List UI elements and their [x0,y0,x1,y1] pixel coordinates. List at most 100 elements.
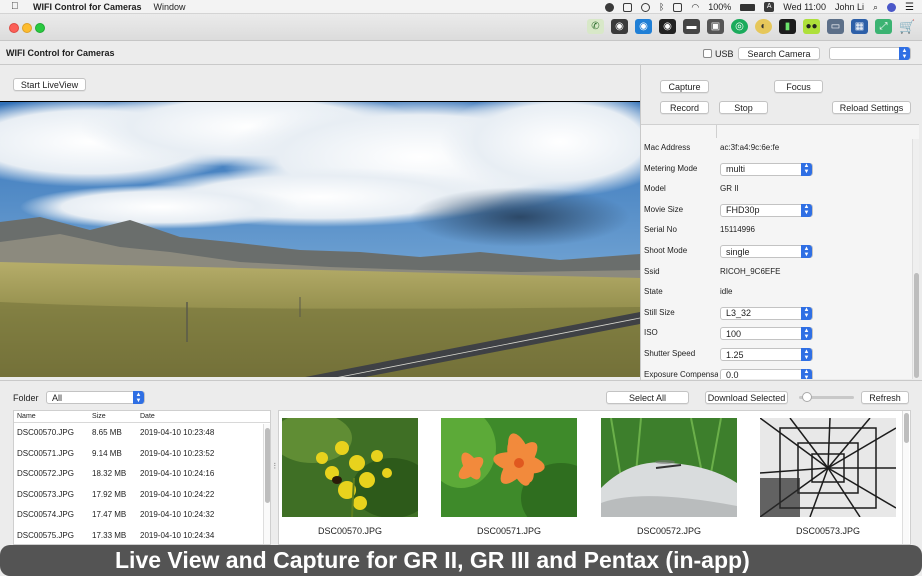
table-row[interactable]: DSC00571.JPG 9.14 MB 2019-04-10 10:23:52 [14,445,264,465]
table-row[interactable]: DSC00575.JPG 17.33 MB 2019-04-10 10:24:34 [14,527,264,545]
window-menu[interactable]: Window [154,2,186,12]
property-select[interactable]: 100 ▲ ▼ [720,327,813,341]
column-date[interactable]: Date [140,413,155,420]
file-list: Name Size Date DSC00570.JPG 8.65 MB 2019-0… [13,410,271,545]
gallery-scrollbar[interactable] [902,411,909,544]
file-date: 2019-04-10 10:23:48 [140,428,215,437]
properties-scrollbar[interactable] [912,139,919,379]
file-list-scrollbar[interactable] [263,424,270,544]
thumbnail-label: DSC00573.JPG [795,526,861,536]
property-value: idle [720,287,733,297]
properties-scroll-thumb[interactable] [914,273,919,378]
chevron-updown-icon: ▲ ▼ [801,203,812,217]
ricoh-camera-icon[interactable]: ▣ [707,19,724,34]
cart-icon[interactable]: 🛒 [899,19,916,34]
airplay-icon[interactable] [673,2,683,12]
camera-icon[interactable]: ◉ [611,19,628,34]
property-name: Serial No [644,225,677,235]
app-icon[interactable]: ◐ [755,19,772,34]
property-select-value: multi [726,164,746,175]
thumbnail-image[interactable] [760,418,896,517]
refresh-button[interactable]: Refresh [861,391,909,404]
shutter-icon[interactable]: ◎ [731,19,748,34]
column-name[interactable]: Name [17,413,36,420]
chevron-updown-icon: ▲ ▼ [801,162,812,176]
page-title: WIFI Control for Cameras [6,48,115,58]
camera-select[interactable]: ▲ ▼ [829,47,911,60]
property-select[interactable]: FHD30p ▲ ▼ [720,203,813,217]
property-name: Model [644,184,666,194]
battery-icon[interactable] [740,3,756,11]
reload-settings-button[interactable]: Reload Settings [832,101,911,114]
bluetooth-icon[interactable]: ᛒ [659,2,664,12]
capture-button[interactable]: Capture [660,80,709,93]
property-select[interactable]: L3_32 ▲ ▼ [720,306,813,320]
stop-button[interactable]: Stop [719,101,768,114]
user-menu[interactable]: John Li [835,2,864,12]
focus-button[interactable]: Focus [774,80,823,93]
monitor-icon[interactable]: ▭ [827,19,844,34]
slideshow-icon[interactable]: ▦ [851,19,868,34]
siri-icon[interactable] [604,2,614,12]
table-row[interactable]: DSC00572.JPG 18.32 MB 2019-04-10 10:24:16 [14,465,264,485]
battery-percent[interactable]: 100% [708,2,731,12]
camera-blue-icon[interactable]: ◉ [635,19,652,34]
file-date: 2019-04-10 10:24:34 [140,530,215,540]
chevron-updown-icon: ▲ ▼ [801,348,812,361]
file-size: 17.47 MB [92,510,127,519]
property-select[interactable]: 0.0 ▲ ▼ [720,368,813,379]
clock[interactable]: Wed 11:00 [783,2,826,12]
table-row[interactable]: DSC00573.JPG 17.92 MB 2019-04-10 10:24:22 [14,486,264,506]
property-select[interactable]: single ▲ ▼ [720,245,813,258]
terminal-icon[interactable]: ▮ [779,19,796,34]
download-selected-button[interactable]: Download Selected [705,391,788,404]
minimize-window-button[interactable] [22,23,32,33]
notification-center-icon[interactable]: ☰ [905,2,914,13]
lily-photo [441,418,577,517]
select-all-button[interactable]: Select All [606,391,689,404]
file-size: 9.14 MB [92,448,122,458]
camera-dark-icon[interactable]: ◉ [659,19,676,34]
table-row[interactable]: DSC00570.JPG 8.65 MB 2019-04-10 10:23:48 [14,424,264,444]
zoom-window-button[interactable] [35,23,45,33]
spotlight-icon[interactable]: ⌕ [873,2,878,13]
thumbnail-image[interactable] [441,418,577,517]
property-name: Metering Mode [644,163,698,173]
column-size[interactable]: Size [92,413,106,420]
folder-select[interactable]: All ▲ ▼ [46,391,145,404]
record-button[interactable]: Record [660,101,709,114]
dual-lens-icon[interactable]: ●● [803,19,820,34]
app-menu[interactable]: WIFI Control for Cameras [33,2,142,12]
file-list-scroll-thumb[interactable] [265,428,270,503]
flower-photo-1 [282,418,418,517]
file-date: 2019-04-10 10:23:52 [140,448,215,458]
camera-properties-table: Mac Address ac:3f:a4:9c:6e:fe Metering Mod… [641,124,919,379]
slider-knob[interactable] [802,392,813,402]
property-select[interactable]: multi ▲ ▼ [720,162,813,176]
property-select[interactable]: 1.25 ▲ ▼ [720,348,813,361]
close-window-button[interactable] [9,23,19,33]
promo-caption: Live View and Capture for GR II, GR III … [0,545,922,576]
apple-menu-icon[interactable]:  [11,1,25,12]
phone-icon[interactable]: ✆ [587,19,604,34]
table-row[interactable]: DSC00574.JPG 17.47 MB 2019-04-10 10:24:32 [14,506,264,526]
time-machine-icon[interactable] [622,2,632,12]
gallery-scroll-thumb[interactable] [904,413,909,443]
sync-icon[interactable] [640,2,650,12]
expand-icon[interactable]: ⤢ [875,19,892,34]
folder-select-value: All [52,392,63,403]
globe-icon[interactable] [887,2,897,12]
property-name: Shutter Speed [644,349,696,358]
thumbnail-image[interactable] [601,418,737,517]
chevron-updown-icon: ▲ ▼ [801,306,812,320]
start-liveview-button[interactable]: Start LiveView [13,78,86,91]
usb-checkbox[interactable] [703,49,712,58]
property-row: Shoot Mode single ▲ ▼ [641,242,909,262]
search-camera-button[interactable]: Search Camera [738,47,820,60]
input-source-icon[interactable]: A [764,2,775,12]
file-size: 17.92 MB [92,489,127,499]
thumbnail-image[interactable] [282,418,418,517]
wifi-icon[interactable]: ◠ [691,2,699,13]
thumbnail-size-slider[interactable] [799,392,854,402]
remote-icon[interactable]: ▬ [683,19,700,34]
